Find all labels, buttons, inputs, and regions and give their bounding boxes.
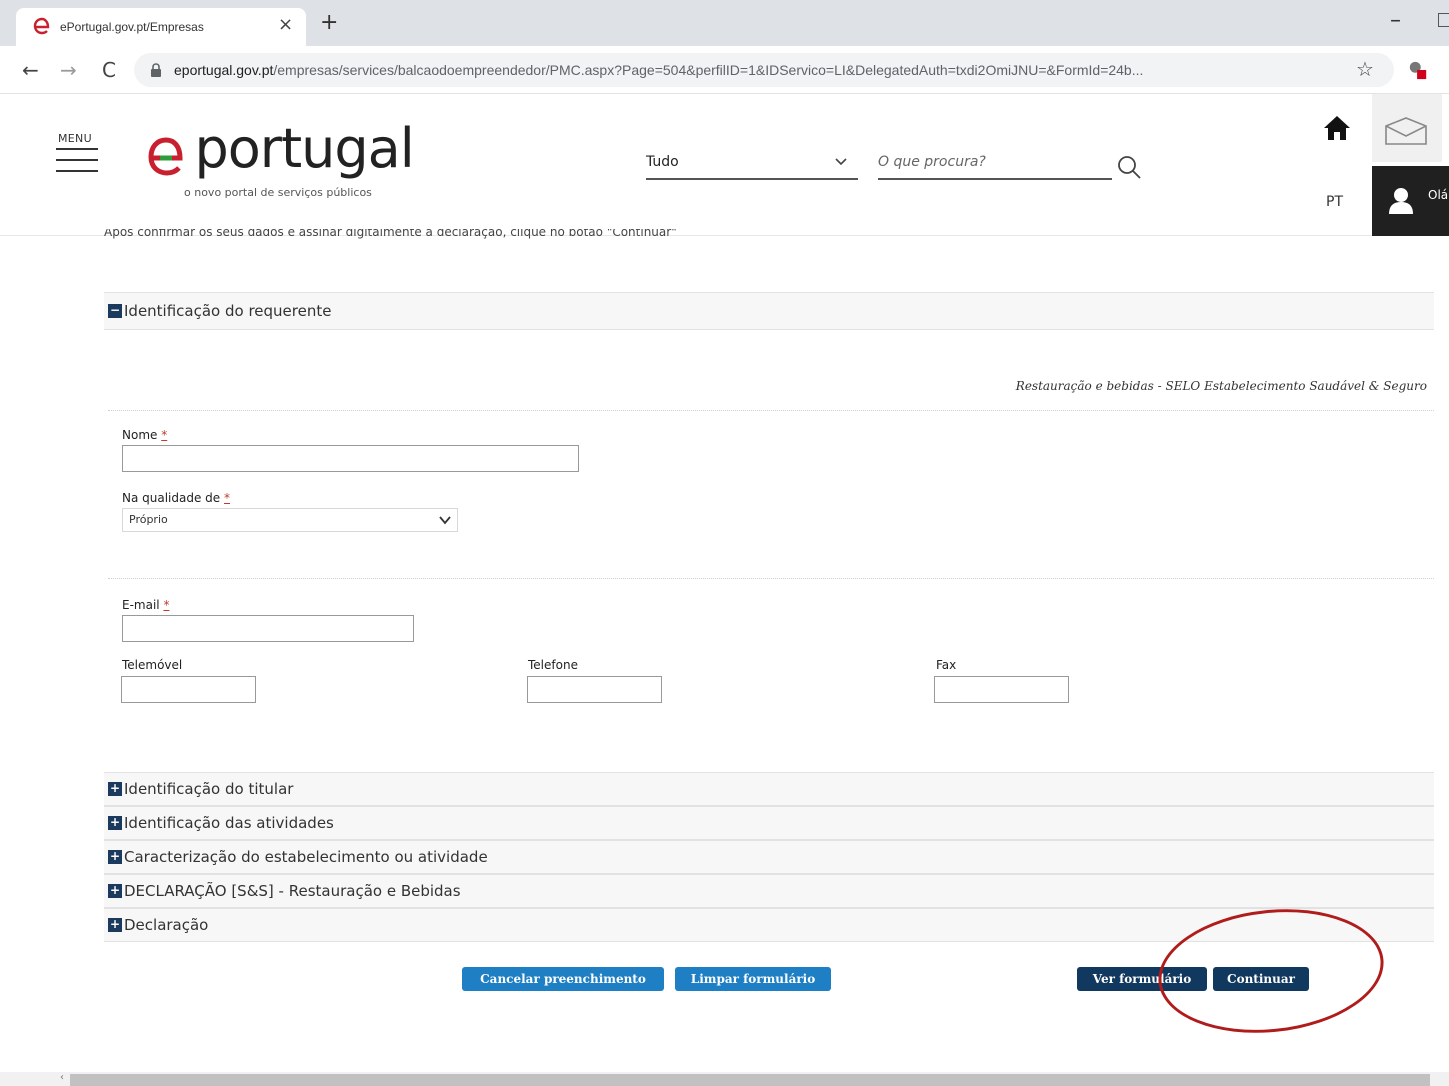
search-icon[interactable]: [1116, 154, 1142, 180]
url-text: eportugal.gov.pt/empresas/services/balca…: [174, 62, 1144, 78]
lock-icon: [151, 63, 161, 77]
minimize-icon[interactable]: –: [1390, 8, 1401, 33]
qualidade-label: Na qualidade de *: [122, 491, 231, 505]
expand-toggle-icon[interactable]: +: [108, 782, 122, 796]
nome-input[interactable]: [122, 445, 579, 472]
fax-label: Fax: [936, 658, 957, 672]
url-field[interactable]: eportugal.gov.pt/empresas/services/balca…: [134, 53, 1394, 87]
email-label: E-mail *: [122, 598, 170, 612]
user-greeting: Olá: [1428, 188, 1449, 202]
logo-subtitle: o novo portal de serviços públicos: [184, 186, 372, 199]
browser-tabbar: ePortugal.gov.pt/Empresas × + –: [0, 0, 1449, 46]
forward-icon[interactable]: →: [60, 58, 77, 82]
telefone-input[interactable]: [527, 676, 662, 703]
back-icon[interactable]: ←: [22, 58, 39, 82]
menu-label: MENU: [58, 132, 92, 145]
section-label: DECLARAÇÃO [S&S] - Restauração e Bebidas: [124, 882, 461, 900]
qualidade-select[interactable]: Próprio: [122, 508, 458, 532]
section-label: Caracterização do estabelecimento ou ati…: [124, 848, 488, 866]
horizontal-scrollbar[interactable]: ‹: [0, 1072, 1449, 1086]
search-category-select[interactable]: Tudo: [646, 150, 858, 180]
telemovel-label: Telemóvel: [122, 658, 183, 672]
qualidade-value: Próprio: [129, 513, 168, 526]
reload-icon[interactable]: C: [102, 58, 116, 82]
eportugal-favicon-icon: [33, 17, 50, 35]
clear-form-button[interactable]: Limpar formulário: [675, 967, 831, 991]
section-label: Identificação das atividades: [124, 814, 334, 832]
expand-toggle-icon[interactable]: +: [108, 918, 122, 932]
logo-text: portugal: [146, 117, 414, 180]
scrollbar-thumb[interactable]: [70, 1074, 1430, 1086]
fax-input[interactable]: [934, 676, 1069, 703]
separator: [108, 410, 1434, 411]
site-header: MENU portugal o novo portal de serviços …: [0, 94, 1449, 236]
service-label: Restauração e bebidas - SELO Estabelecim…: [1015, 379, 1427, 393]
language-selector[interactable]: PT: [1326, 194, 1343, 210]
mail-icon: [1385, 117, 1427, 145]
hamburger-menu-icon[interactable]: [56, 148, 98, 181]
separator: [108, 578, 1434, 579]
home-icon[interactable]: [1322, 114, 1352, 142]
expand-toggle-icon[interactable]: +: [108, 850, 122, 864]
extension-icon[interactable]: [1408, 60, 1428, 80]
chevron-down-icon: [439, 516, 451, 525]
messages-button[interactable]: [1372, 94, 1442, 162]
tab-close-icon[interactable]: ×: [278, 14, 293, 35]
nome-label: Nome *: [122, 428, 168, 442]
email-input[interactable]: [122, 615, 414, 642]
expand-toggle-icon[interactable]: +: [108, 884, 122, 898]
section-label: Declaração: [124, 916, 209, 934]
telemovel-input[interactable]: [121, 676, 256, 703]
new-tab-icon[interactable]: +: [320, 12, 338, 34]
tab-title: ePortugal.gov.pt/Empresas: [60, 20, 204, 34]
cancel-button[interactable]: Cancelar preenchimento: [462, 967, 664, 991]
section-label: Identificação do requerente: [124, 302, 332, 320]
telefone-label: Telefone: [528, 658, 578, 672]
section-identificacao-titular[interactable]: + Identificação do titular: [104, 772, 1434, 806]
expand-toggle-icon[interactable]: +: [108, 816, 122, 830]
section-label: Identificação do titular: [124, 780, 294, 798]
section-identificacao-requerente[interactable]: − Identificação do requerente: [104, 292, 1434, 330]
search-input[interactable]: O que procura?: [878, 150, 1112, 180]
browser-tab[interactable]: ePortugal.gov.pt/Empresas ×: [16, 8, 306, 46]
category-value: Tudo: [646, 154, 679, 170]
maximize-icon[interactable]: [1438, 13, 1449, 27]
bookmark-star-icon[interactable]: ☆: [1356, 57, 1374, 81]
user-account-button[interactable]: Olá: [1372, 166, 1449, 236]
chevron-down-icon: [835, 158, 847, 166]
browser-address-bar: ← → C eportugal.gov.pt/empresas/services…: [0, 46, 1449, 94]
collapse-toggle-icon[interactable]: −: [108, 304, 122, 318]
scroll-left-icon[interactable]: ‹: [60, 1072, 64, 1083]
instructions-text: Após confirmar os seus dados e assinar d…: [104, 229, 677, 239]
section-identificacao-atividades[interactable]: + Identificação das atividades: [104, 806, 1434, 840]
section-declaracao-ss[interactable]: + DECLARAÇÃO [S&S] - Restauração e Bebid…: [104, 874, 1434, 908]
section-caracterizacao[interactable]: + Caracterização do estabelecimento ou a…: [104, 840, 1434, 874]
user-icon: [1389, 188, 1413, 214]
